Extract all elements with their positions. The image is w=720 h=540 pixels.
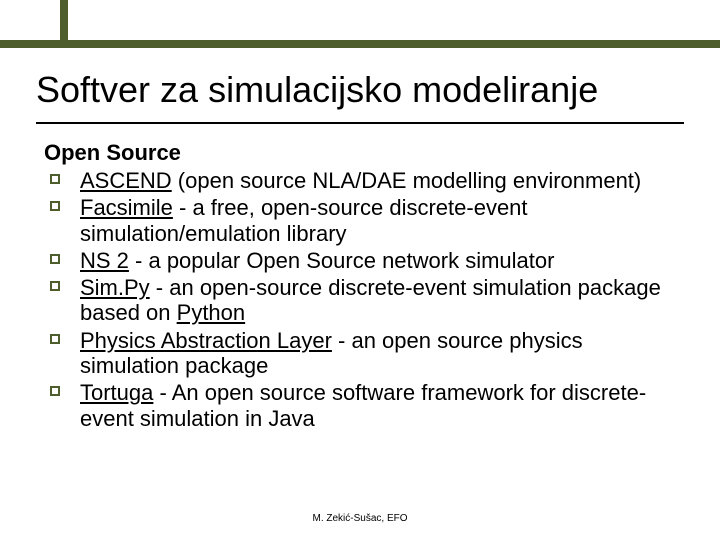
square-bullet-icon: [50, 174, 60, 184]
list-item: Facsimile - a free, open-source discrete…: [44, 195, 676, 246]
item-text-pre: - an open-source discrete-event simulati…: [80, 275, 661, 325]
item-link: NS 2: [80, 248, 129, 273]
list-item: ASCEND (open source NLA/DAE modelling en…: [44, 168, 676, 193]
item-link: Tortuga: [80, 380, 153, 405]
square-bullet-icon: [50, 254, 60, 264]
square-bullet-icon: [50, 281, 60, 291]
item-link: ASCEND: [80, 168, 172, 193]
item-link: Sim.Py: [80, 275, 150, 300]
square-bullet-icon: [50, 386, 60, 396]
subheading: Open Source: [44, 140, 676, 166]
accent-bar-horizontal: [0, 40, 720, 48]
footer-text: M. Zekić-Sušac, EFO: [0, 513, 720, 524]
list-item: Physics Abstraction Layer - an open sour…: [44, 328, 676, 379]
item-text: - a popular Open Source network simulato…: [129, 248, 555, 273]
list-item: Sim.Py - an open-source discrete-event s…: [44, 275, 676, 326]
square-bullet-icon: [50, 201, 60, 211]
item-link-2: Python: [177, 300, 246, 325]
slide-title: Softver za simulacijsko modeliranje: [36, 70, 684, 110]
item-text: (open source NLA/DAE modelling environme…: [172, 168, 642, 193]
item-link: Facsimile: [80, 195, 173, 220]
list-item: Tortuga - An open source software framew…: [44, 380, 676, 431]
title-underline: [36, 122, 684, 124]
list-item: NS 2 - a popular Open Source network sim…: [44, 248, 676, 273]
bullet-list: ASCEND (open source NLA/DAE modelling en…: [44, 168, 676, 431]
slide: Softver za simulacijsko modeliranje Open…: [0, 0, 720, 540]
square-bullet-icon: [50, 334, 60, 344]
content-area: Open Source ASCEND (open source NLA/DAE …: [44, 140, 676, 433]
item-link: Physics Abstraction Layer: [80, 328, 332, 353]
accent-bar-vertical: [60, 0, 68, 48]
item-text: - An open source software framework for …: [80, 380, 646, 430]
